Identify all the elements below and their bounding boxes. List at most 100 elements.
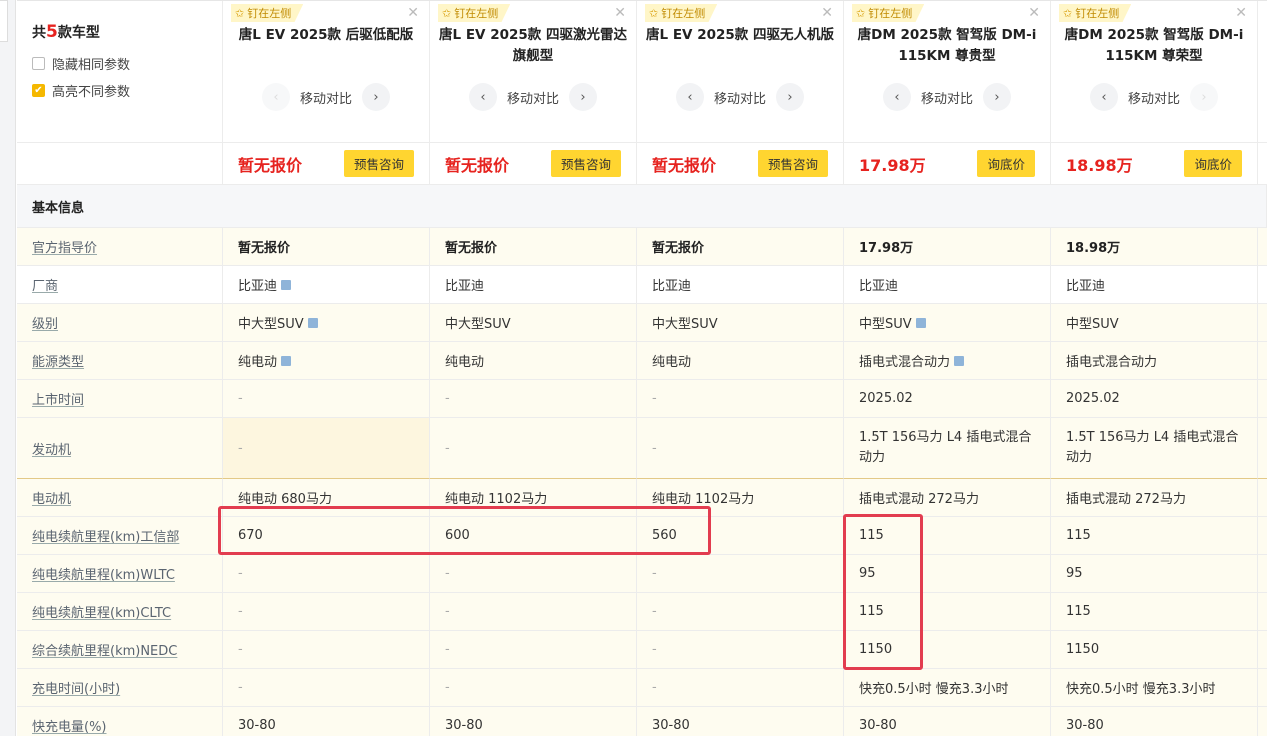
param-label[interactable]: 官方指导价	[17, 228, 223, 266]
param-value: 115	[844, 593, 1051, 631]
pin-icon: ✩	[1063, 6, 1073, 20]
highlight-diff-checkbox[interactable]: ✔	[32, 83, 45, 97]
pin-icon: ✩	[856, 6, 866, 20]
param-label[interactable]: 纯电续航里程(km)CLTC	[17, 593, 223, 631]
move-right-icon[interactable]: ›	[1190, 83, 1218, 111]
param-value: 30-80	[223, 707, 430, 736]
param-value: 95	[1051, 555, 1258, 593]
presale-consult-button[interactable]: 预售咨询	[550, 150, 621, 177]
param-value: 纯电动 680马力	[223, 479, 430, 517]
param-value: 1.5T 156马力 L4 插电式混合动力	[844, 418, 1051, 479]
pin-icon: ✩	[235, 6, 245, 20]
presale-consult-button[interactable]: 预售咨询	[343, 150, 414, 177]
param-label[interactable]: 厂商	[17, 266, 223, 304]
param-value: -	[223, 669, 430, 707]
param-value: 115	[1051, 517, 1258, 555]
move-left-icon[interactable]: ‹	[468, 83, 497, 111]
car-name: 唐L EV 2025款 后驱低配版	[238, 27, 414, 43]
param-value: 纯电动 1102马力	[430, 479, 637, 517]
move-left-icon[interactable]: ‹	[675, 83, 704, 111]
param-label[interactable]: 上市时间	[17, 380, 223, 418]
car-header-2: ✩ 钉在左侧 ✕ 唐L EV 2025款 四驱激光雷达旗舰型 ‹ 移动对比 ›	[430, 1, 637, 143]
param-value: 30-80	[844, 707, 1051, 736]
param-value: 比亚迪	[637, 266, 844, 304]
param-label[interactable]: 充电时间(小时)	[17, 669, 223, 707]
param-value: -	[430, 380, 637, 418]
param-label[interactable]: 快充电量(%)	[17, 707, 223, 736]
param-value: 30-80	[430, 707, 637, 736]
param-value: -	[637, 593, 844, 631]
info-icon[interactable]	[307, 317, 318, 328]
param-value: -	[430, 631, 637, 669]
param-value: -	[223, 380, 430, 418]
scroll-gutter	[1258, 1, 1267, 143]
pin-left-button[interactable]: ✩ 钉在左侧	[438, 4, 511, 22]
param-label[interactable]: 发动机	[17, 418, 223, 479]
param-value: 670	[223, 517, 430, 555]
param-value: 2025.02	[1051, 380, 1258, 418]
presale-consult-button[interactable]: 预售咨询	[757, 150, 828, 177]
car-header-3: ✩ 钉在左侧 ✕ 唐L EV 2025款 四驱无人机版 ‹ 移动对比 ›	[637, 1, 844, 143]
car-header-4: ✩ 钉在左侧 ✕ 唐DM 2025款 智驾版 DM-i 115KM 尊贵型 ‹ 移动对…	[844, 1, 1051, 143]
param-value: -	[637, 418, 844, 479]
param-value: 95	[844, 555, 1051, 593]
close-icon[interactable]: ✕	[821, 5, 833, 21]
price-cell-2: 暂无报价 预售咨询	[430, 143, 637, 185]
ask-lowest-price-button[interactable]: 询底价	[977, 150, 1035, 177]
param-value: 115	[844, 517, 1051, 555]
ask-lowest-price-button[interactable]: 询底价	[1184, 150, 1242, 177]
close-icon[interactable]: ✕	[1235, 5, 1247, 21]
param-label[interactable]: 电动机	[17, 479, 223, 517]
left-panel-tab[interactable]	[0, 0, 8, 42]
move-left-icon[interactable]: ‹	[1089, 83, 1118, 111]
model-count: 共5款车型	[32, 21, 100, 42]
move-right-icon[interactable]: ›	[776, 83, 804, 111]
info-icon[interactable]	[281, 355, 292, 366]
param-value: 600	[430, 517, 637, 555]
move-left-icon[interactable]: ‹	[882, 83, 911, 111]
param-value: 插电式混合动力	[844, 342, 1051, 380]
param-label[interactable]: 能源类型	[17, 342, 223, 380]
section-basic-info: 基本信息	[17, 185, 1267, 228]
info-icon[interactable]	[954, 355, 965, 366]
price-label-empty	[17, 143, 223, 185]
car-name: 唐L EV 2025款 四驱激光雷达旗舰型	[439, 27, 627, 64]
param-value: 中大型SUV	[637, 304, 844, 342]
param-value: -	[223, 555, 430, 593]
highlight-diff-option[interactable]: ✔ 高亮不同参数	[32, 81, 130, 100]
param-label[interactable]: 纯电续航里程(km)WLTC	[17, 555, 223, 593]
price-cell-5: 18.98万 询底价	[1051, 143, 1258, 185]
param-value: 比亚迪	[223, 266, 430, 304]
param-value: 快充0.5小时 慢充3.3小时	[844, 669, 1051, 707]
hide-same-checkbox[interactable]	[32, 56, 45, 70]
close-icon[interactable]: ✕	[614, 5, 626, 21]
pin-left-button[interactable]: ✩ 钉在左侧	[645, 4, 718, 22]
param-value: 插电式混动 272马力	[844, 479, 1051, 517]
pin-left-button[interactable]: ✩ 钉在左侧	[1059, 4, 1132, 22]
car-name: 唐DM 2025款 智驾版 DM-i 115KM 尊贵型	[857, 27, 1037, 64]
car-name: 唐DM 2025款 智驾版 DM-i 115KM 尊荣型	[1064, 27, 1244, 64]
move-right-icon[interactable]: ›	[983, 83, 1011, 111]
param-value: 30-80	[1051, 707, 1258, 736]
param-value: 18.98万	[1051, 228, 1258, 266]
close-icon[interactable]: ✕	[407, 5, 419, 21]
param-value: 暂无报价	[430, 228, 637, 266]
move-left-icon[interactable]: ‹	[261, 83, 290, 111]
param-value: -	[430, 555, 637, 593]
param-label[interactable]: 纯电续航里程(km)工信部	[17, 517, 223, 555]
hide-same-option[interactable]: 隐藏相同参数	[32, 54, 130, 73]
pin-left-button[interactable]: ✩ 钉在左侧	[852, 4, 925, 22]
param-value: 中大型SUV	[430, 304, 637, 342]
info-icon[interactable]	[915, 317, 926, 328]
param-label[interactable]: 级别	[17, 304, 223, 342]
param-value: 纯电动	[430, 342, 637, 380]
pin-left-button[interactable]: ✩ 钉在左侧	[231, 4, 304, 22]
param-value: 暂无报价	[637, 228, 844, 266]
move-right-icon[interactable]: ›	[569, 83, 597, 111]
param-label[interactable]: 综合续航里程(km)NEDC	[17, 631, 223, 669]
move-right-icon[interactable]: ›	[362, 83, 390, 111]
close-icon[interactable]: ✕	[1028, 5, 1040, 21]
param-value: 115	[1051, 593, 1258, 631]
info-icon[interactable]	[281, 279, 292, 290]
param-value: -	[430, 593, 637, 631]
